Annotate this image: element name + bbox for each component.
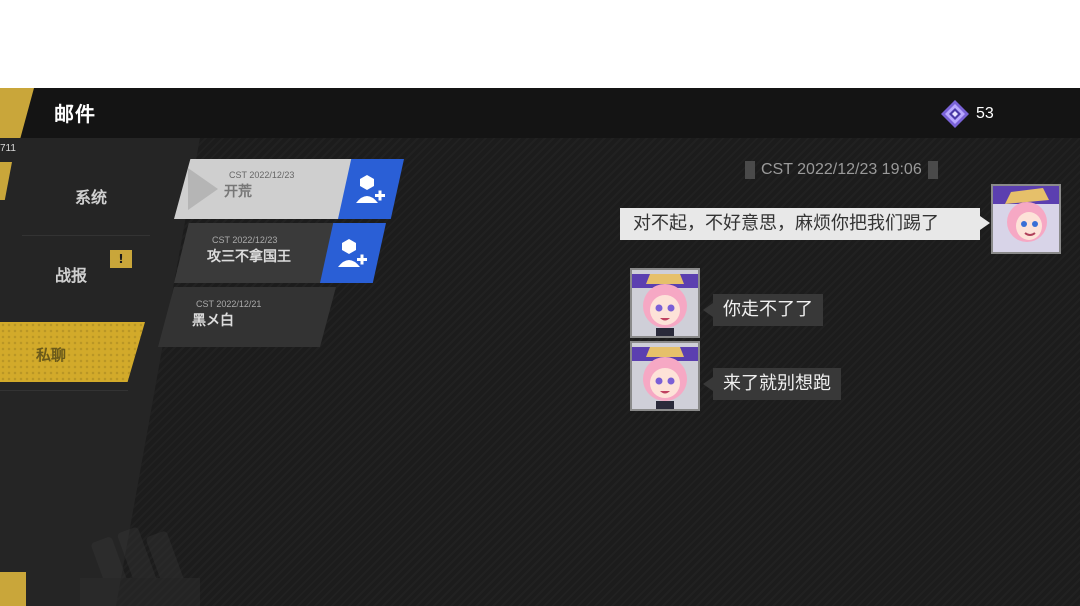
anime-avatar-image (632, 343, 698, 409)
fist-emblem-icon (80, 527, 200, 606)
chat-timestamp: CST 2022/12/23 19:06 (745, 161, 938, 179)
edge-partial-text: 711 (0, 143, 16, 154)
mail-sender: 攻三不拿国王 (207, 249, 291, 265)
add-friend-icon (356, 175, 385, 203)
chat-bubble-other: 来了就别想跑 (713, 368, 841, 400)
anime-avatar-image (632, 270, 698, 336)
chat-timestamp-text: CST 2022/12/23 19:06 (761, 161, 922, 178)
divider (0, 390, 128, 391)
add-friend-icon (338, 239, 367, 267)
selected-arrow-icon (188, 168, 218, 210)
avatar-self[interactable] (991, 184, 1061, 254)
mail-date: CST 2022/12/23 (212, 235, 278, 245)
bubble-tail (980, 216, 990, 230)
game-mail-screen: 邮件 53 711 系统 战报 ! 私聊 CST 2022/12/23 开荒 C… (0, 88, 1080, 606)
currency-value: 53 (976, 105, 994, 122)
chat-bubble-other: 你走不了了 (713, 294, 823, 326)
timestamp-marker (745, 161, 755, 179)
tab-system[interactable]: 系统 (75, 184, 107, 208)
avatar-other[interactable] (630, 341, 700, 411)
back-button[interactable] (0, 88, 34, 138)
mail-sender: 开荒 (224, 184, 252, 200)
bubble-tail (703, 303, 713, 317)
avatar-other[interactable] (630, 268, 700, 338)
page-title: 邮件 (54, 102, 96, 126)
tab-battle-report[interactable]: 战报 (55, 262, 87, 286)
bubble-tail (703, 377, 713, 391)
mail-sender: 黑メ白 (192, 313, 234, 329)
notification-badge: ! (110, 250, 132, 268)
anime-avatar-image (993, 186, 1059, 252)
mail-item[interactable]: CST 2022/12/23 开荒 (174, 159, 356, 219)
tab-private-chat[interactable]: 私聊 (36, 344, 66, 365)
mail-date: CST 2022/12/21 (196, 299, 262, 309)
edge-bottom-accent (0, 572, 26, 606)
chat-bubble-self: 对不起，不好意思，麻烦你把我们踢了 (620, 208, 980, 240)
currency-display: 53 (940, 100, 994, 128)
top-bar: 邮件 53 (0, 88, 1080, 138)
divider (22, 235, 150, 236)
mail-date: CST 2022/12/23 (229, 170, 295, 180)
timestamp-marker (927, 161, 938, 179)
tab-private-chat-highlight[interactable] (0, 322, 145, 382)
mail-item[interactable]: CST 2022/12/21 黑メ白 (158, 287, 336, 347)
mail-item[interactable]: CST 2022/12/23 攻三不拿国王 (174, 223, 338, 283)
diamond-crystal-icon (941, 100, 969, 128)
